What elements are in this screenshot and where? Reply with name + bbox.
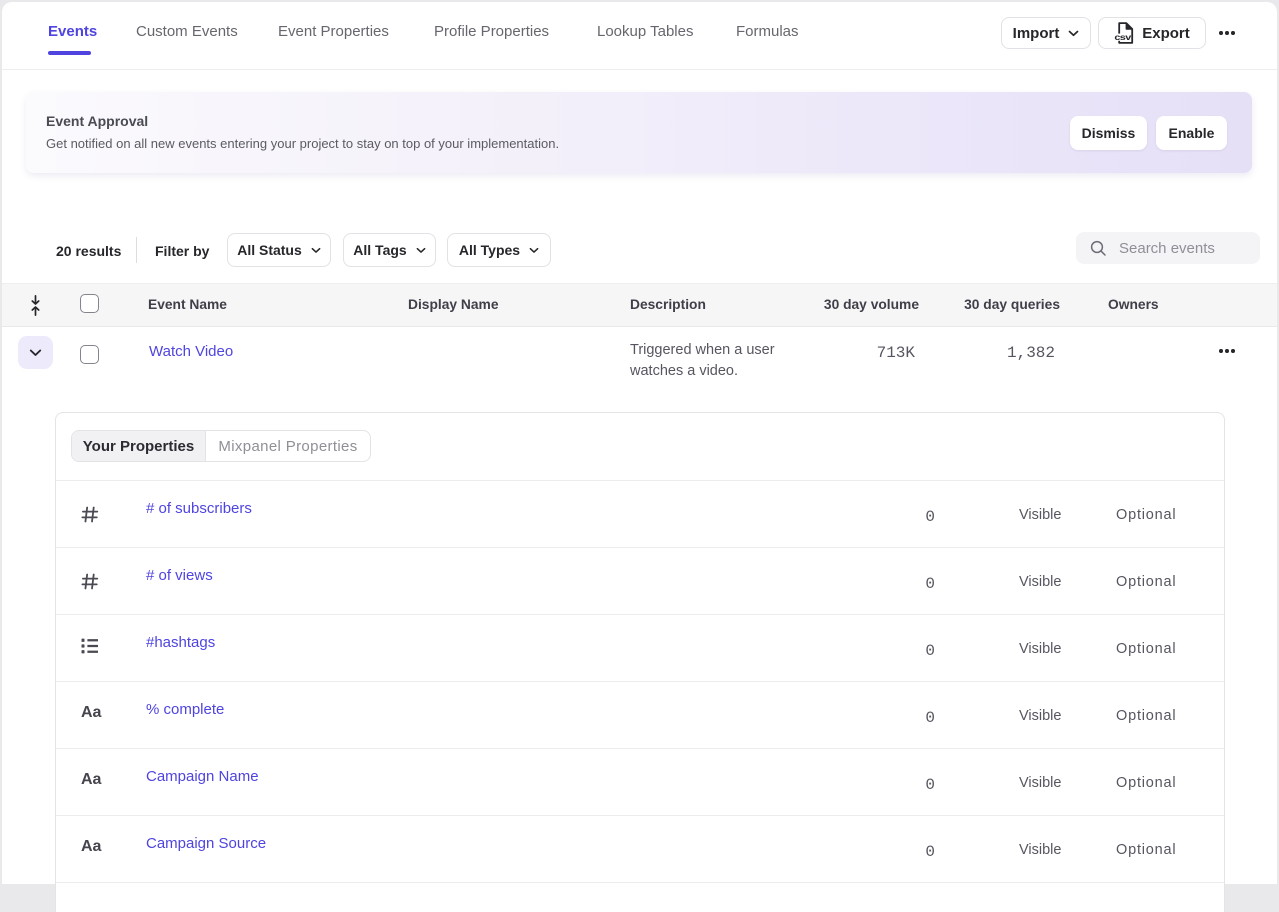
svg-text:csv: csv [1115, 33, 1133, 43]
